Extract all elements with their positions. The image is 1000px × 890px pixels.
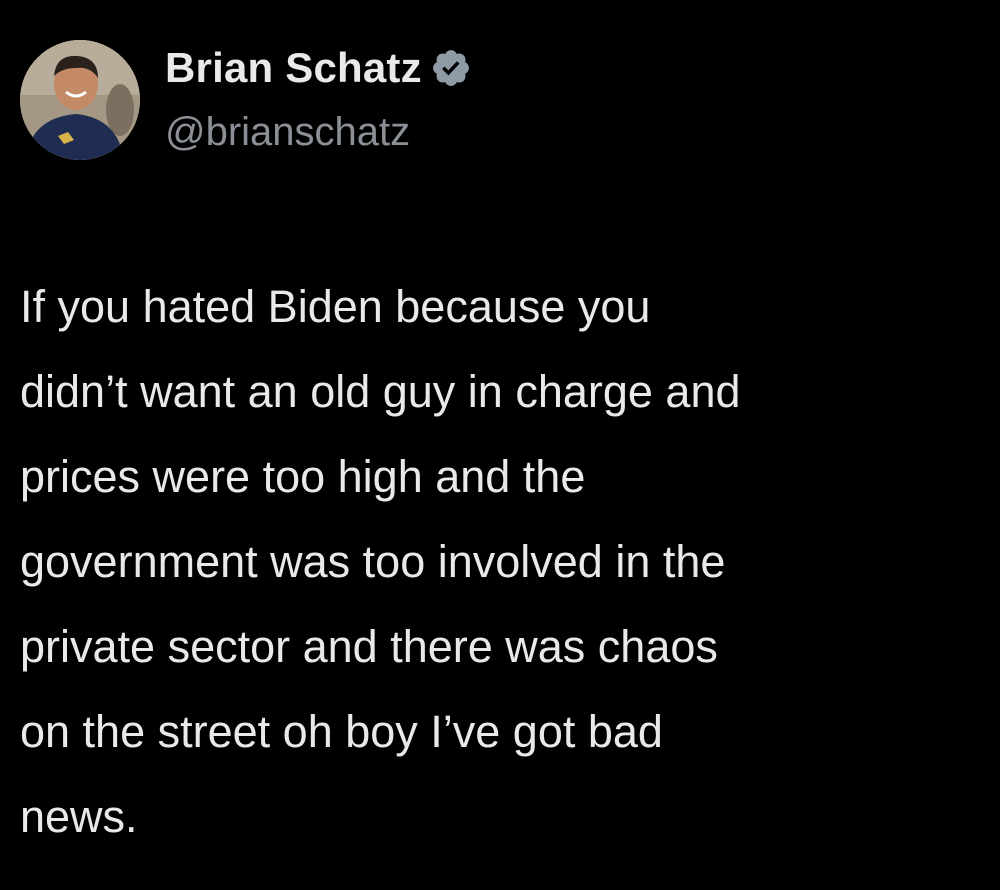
- author-handle[interactable]: @brianschatz: [165, 110, 410, 155]
- author-avatar[interactable]: [20, 40, 140, 160]
- tweet-card: Brian Schatz @brianschatz If you hated B…: [0, 0, 1000, 890]
- author-display-name[interactable]: Brian Schatz: [165, 44, 422, 92]
- author-name-row: Brian Schatz: [165, 40, 472, 96]
- tweet-text: If you hated Biden because you didn’t wa…: [20, 281, 741, 842]
- verified-badge-icon: [430, 47, 472, 89]
- avatar-photo: [20, 40, 140, 160]
